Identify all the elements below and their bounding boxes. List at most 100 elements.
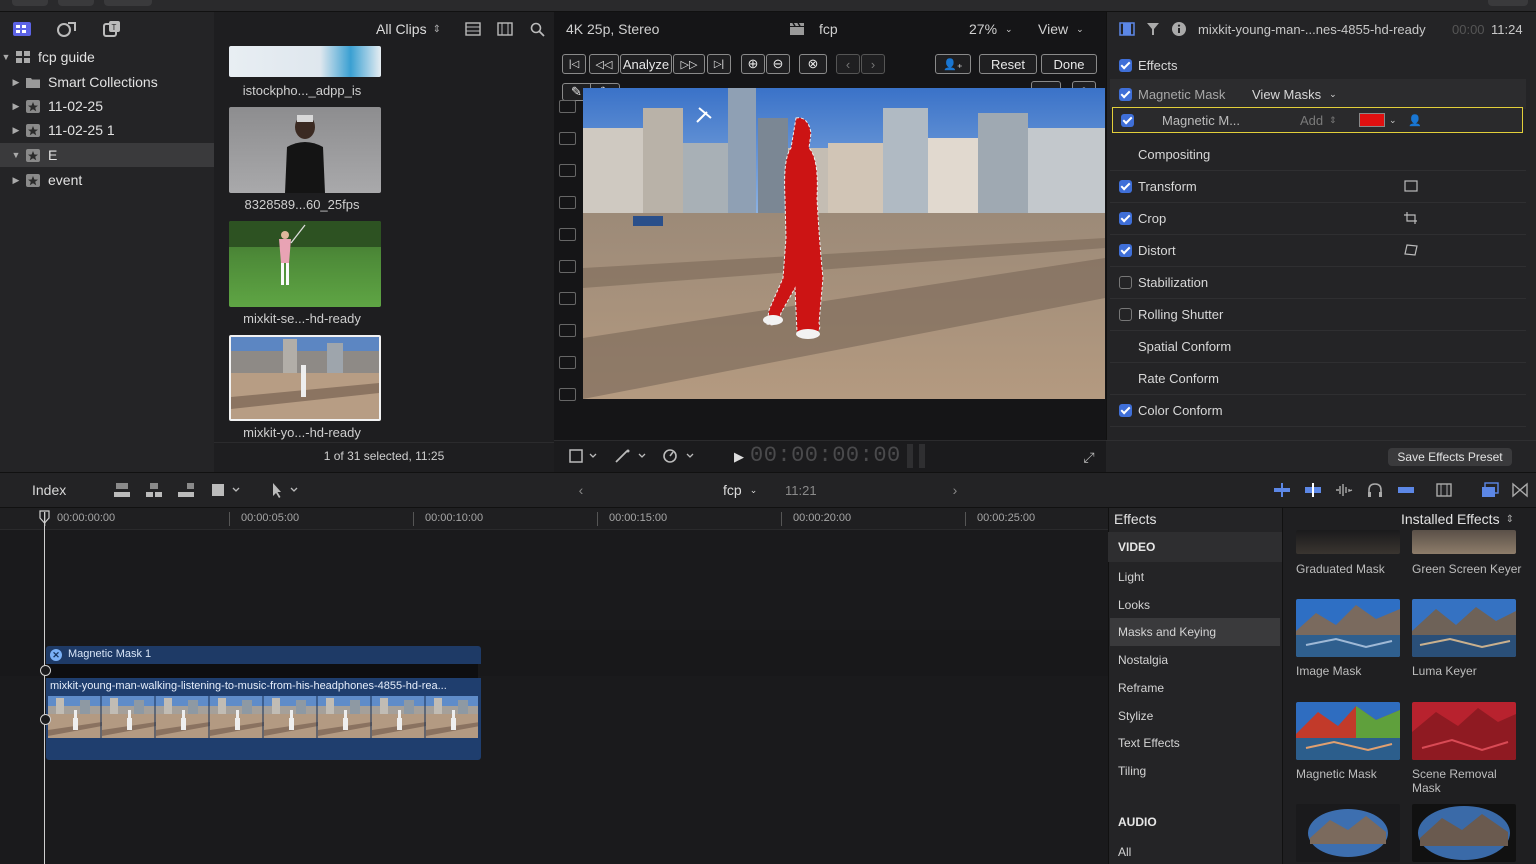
effect-tile-scene-removal-mask[interactable] bbox=[1412, 702, 1516, 760]
disclosure-open-icon[interactable]: ▼ bbox=[0, 52, 12, 62]
audio-category-header[interactable]: AUDIO bbox=[1118, 815, 1157, 829]
tool-slot[interactable] bbox=[559, 324, 576, 337]
retime-tool-menu[interactable] bbox=[660, 447, 696, 465]
effect-tile-magnetic-mask[interactable] bbox=[1296, 702, 1400, 760]
effects-section-header[interactable]: Effects bbox=[1110, 49, 1526, 81]
tool-slot[interactable] bbox=[559, 196, 576, 209]
insert-clip-icon[interactable] bbox=[144, 480, 164, 500]
effect-category-text-effects[interactable]: Text Effects bbox=[1110, 729, 1280, 757]
effect-close-icon[interactable]: ✕ bbox=[50, 649, 62, 661]
done-button[interactable]: Done bbox=[1041, 54, 1097, 74]
connect-clip-icon[interactable] bbox=[112, 480, 132, 500]
library-item-event[interactable]: ▶ event bbox=[0, 168, 214, 192]
disclosure-closed-icon[interactable]: ▶ bbox=[10, 101, 22, 112]
video-frame[interactable] bbox=[583, 88, 1105, 399]
play-icon[interactable]: ▶ bbox=[731, 448, 747, 466]
library-item-smart-collections[interactable]: ▶ Smart Collections bbox=[0, 70, 214, 94]
tool-slot[interactable] bbox=[559, 388, 576, 401]
crop-icon[interactable] bbox=[1404, 212, 1418, 224]
mask-color-swatch[interactable] bbox=[1359, 113, 1385, 127]
titles-generators-icon[interactable]: T bbox=[100, 18, 124, 40]
magnetic-mask-effect-row[interactable]: Magnetic Mask View Masks ⌄ bbox=[1110, 79, 1526, 109]
transform-tool-menu[interactable] bbox=[566, 447, 600, 465]
add-region-button[interactable]: ⊕ bbox=[741, 54, 765, 74]
select-tool-menu[interactable] bbox=[266, 480, 300, 500]
inspector-row-color-conform[interactable]: Color Conform bbox=[1110, 395, 1526, 427]
transform-checkbox[interactable] bbox=[1119, 180, 1132, 193]
clip-appearance-icon[interactable] bbox=[1434, 480, 1454, 500]
solo-icon[interactable] bbox=[1334, 480, 1354, 500]
tool-slot[interactable] bbox=[559, 100, 576, 113]
effect-category-tiling[interactable]: Tiling bbox=[1110, 757, 1280, 785]
disclosure-closed-icon[interactable]: ▶ bbox=[10, 77, 22, 88]
effect-category-masks-and-keying[interactable]: Masks and Keying bbox=[1110, 618, 1280, 647]
crop-checkbox[interactable] bbox=[1119, 212, 1132, 225]
effect-category-looks[interactable]: Looks bbox=[1110, 591, 1280, 619]
effects-browser-icon[interactable] bbox=[1480, 480, 1500, 500]
clip-filter-menu[interactable]: All Clips ⇕ bbox=[376, 21, 441, 37]
inspector-row-crop[interactable]: Crop bbox=[1110, 203, 1526, 235]
inspector-row-rolling-shutter[interactable]: Rolling Shutter bbox=[1110, 299, 1526, 331]
timeline-ruler[interactable] bbox=[0, 508, 1108, 530]
library-item-event[interactable]: ▶ 11-02-25 bbox=[0, 94, 214, 118]
overwrite-clip-menu[interactable] bbox=[208, 480, 242, 500]
mask-shape-checkbox[interactable] bbox=[1121, 113, 1134, 127]
keyframe-handle[interactable] bbox=[40, 714, 51, 725]
viewer-timecode[interactable]: 00:00:00:00 bbox=[750, 443, 901, 468]
headphones-icon[interactable] bbox=[1365, 480, 1385, 500]
mask-mode-menu[interactable]: Add ⇕ bbox=[1300, 113, 1337, 128]
window-control[interactable] bbox=[12, 0, 48, 6]
effect-category-stylize[interactable]: Stylize bbox=[1110, 702, 1280, 730]
save-effects-preset-button[interactable]: Save Effects Preset bbox=[1388, 448, 1512, 466]
reset-button[interactable]: Reset bbox=[979, 54, 1037, 74]
inspector-row-spatial-conform[interactable]: Spatial Conform bbox=[1110, 331, 1526, 363]
library-item-fcp-guide[interactable]: ▼ fcp guide bbox=[0, 45, 214, 69]
tool-slot[interactable] bbox=[559, 292, 576, 305]
audio-skimming-icon[interactable] bbox=[1303, 480, 1323, 500]
append-clip-icon[interactable] bbox=[176, 480, 196, 500]
distort-icon[interactable] bbox=[1404, 244, 1418, 256]
effect-category-nostalgia[interactable]: Nostalgia bbox=[1110, 646, 1280, 674]
person-icon[interactable]: 👤 bbox=[1408, 114, 1422, 127]
list-view-icon[interactable] bbox=[464, 20, 482, 38]
snapping-icon[interactable] bbox=[1396, 480, 1416, 500]
disclosure-closed-icon[interactable]: ▶ bbox=[10, 125, 22, 136]
video-inspector-icon[interactable] bbox=[1118, 20, 1136, 38]
step-back-button[interactable]: ◁◁ bbox=[589, 54, 619, 74]
disclosure-closed-icon[interactable]: ▶ bbox=[10, 175, 22, 186]
photos-audio-icon[interactable] bbox=[55, 18, 79, 40]
stabilization-checkbox[interactable] bbox=[1119, 276, 1132, 289]
skimming-icon[interactable] bbox=[1272, 480, 1292, 500]
color-conform-checkbox[interactable] bbox=[1119, 404, 1132, 417]
tool-slot[interactable] bbox=[559, 132, 576, 145]
person-select-button[interactable]: 👤₊ bbox=[935, 54, 971, 74]
disclosure-open-icon[interactable]: ▼ bbox=[10, 150, 22, 160]
inspector-row-transform[interactable]: Transform bbox=[1110, 171, 1526, 203]
tool-slot[interactable] bbox=[559, 356, 576, 369]
tool-slot[interactable] bbox=[559, 164, 576, 177]
next-keyframe-button[interactable]: › bbox=[861, 54, 885, 74]
filmstrip-view-icon[interactable] bbox=[496, 20, 514, 38]
inspector-row-distort[interactable]: Distort bbox=[1110, 235, 1526, 267]
step-forward-button[interactable]: ▷▷ bbox=[673, 54, 705, 74]
inspector-row-compositing[interactable]: Compositing bbox=[1110, 139, 1526, 171]
effect-tile-graduated-mask[interactable] bbox=[1296, 530, 1400, 554]
clip-thumbnail[interactable] bbox=[229, 107, 381, 193]
transform-icon[interactable] bbox=[1404, 180, 1418, 192]
tool-slot[interactable] bbox=[559, 260, 576, 273]
libraries-icon[interactable] bbox=[10, 18, 34, 40]
inspector-row-rate-conform[interactable]: Rate Conform bbox=[1110, 363, 1526, 395]
effect-tile[interactable] bbox=[1296, 804, 1400, 862]
audio-all-category[interactable]: All bbox=[1118, 845, 1131, 859]
playhead[interactable] bbox=[44, 512, 45, 864]
clear-button[interactable]: ⊗ bbox=[799, 54, 827, 74]
zoom-menu[interactable]: 27% ⌄ bbox=[969, 21, 1013, 37]
library-item-event-selected[interactable]: ▼ E bbox=[0, 143, 214, 167]
keyframe-handle[interactable] bbox=[40, 665, 51, 676]
window-control[interactable] bbox=[1488, 0, 1528, 6]
distort-checkbox[interactable] bbox=[1119, 244, 1132, 257]
effect-category-reframe[interactable]: Reframe bbox=[1110, 674, 1280, 702]
info-icon[interactable] bbox=[1170, 20, 1188, 38]
go-to-end-button[interactable]: ▷| bbox=[707, 54, 731, 74]
view-menu[interactable]: View ⌄ bbox=[1038, 21, 1084, 37]
